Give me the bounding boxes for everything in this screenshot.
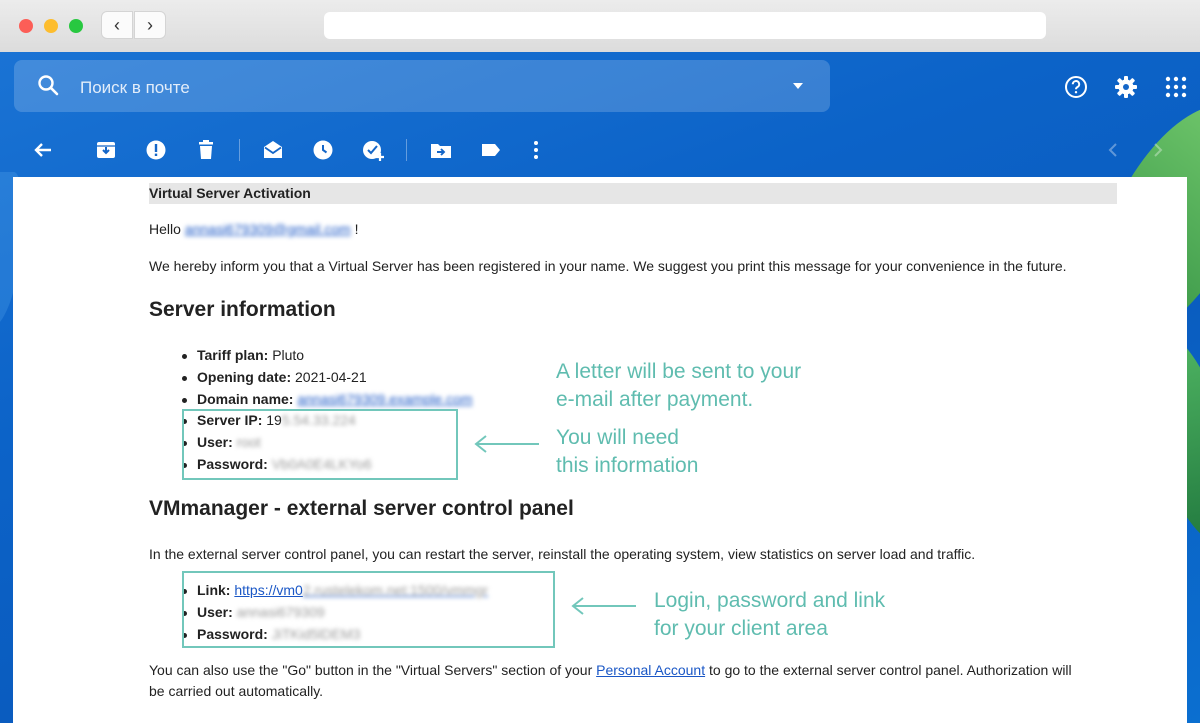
annotation-need-info: You will need this information bbox=[556, 424, 698, 480]
tariff-label: Tariff plan: bbox=[197, 347, 269, 363]
help-icon[interactable] bbox=[1063, 74, 1089, 100]
email-subject: Virtual Server Activation bbox=[149, 183, 1117, 204]
personal-account-link[interactable]: Personal Account bbox=[596, 662, 705, 678]
annotation-text: Login, password and link bbox=[654, 589, 886, 612]
greeting-suffix: ! bbox=[350, 221, 359, 237]
server-credentials-highlight bbox=[182, 409, 458, 480]
add-task-icon[interactable] bbox=[361, 138, 385, 162]
label-icon[interactable] bbox=[479, 138, 503, 162]
footer-line-2: be carried out automatically. bbox=[149, 683, 324, 699]
next-icon[interactable] bbox=[1146, 138, 1170, 162]
footer-paragraph: You can also use the "Go" button in the … bbox=[149, 662, 1072, 678]
annotation-text: A letter will be sent to your bbox=[556, 360, 802, 383]
search-icon[interactable] bbox=[36, 73, 60, 97]
address-bar[interactable] bbox=[324, 12, 1046, 39]
opening-date-label: Opening date: bbox=[197, 368, 292, 385]
domain-link[interactable]: annasi679309.example.com bbox=[297, 391, 472, 407]
list-item: Opening date: 2021-04-21 bbox=[181, 367, 472, 389]
panel-credentials-highlight bbox=[182, 571, 555, 648]
left-arrow-icon bbox=[571, 597, 636, 615]
browser-chrome: ‹ › bbox=[0, 0, 1200, 53]
left-arrow-icon bbox=[474, 435, 539, 453]
annotation-text: e-mail after payment. bbox=[556, 388, 754, 411]
tariff-value: Pluto bbox=[272, 347, 305, 363]
greeting-text: Hello bbox=[149, 221, 185, 237]
greeting: Hello annasi679309@gmail.com ! bbox=[149, 221, 359, 237]
browser-back-button[interactable]: ‹ bbox=[101, 11, 133, 39]
annotation-text: You will need bbox=[556, 426, 679, 449]
browser-forward-button[interactable]: › bbox=[134, 11, 166, 39]
panel-intro: In the external server control panel, yo… bbox=[149, 546, 976, 562]
subject-text: Virtual Server Activation bbox=[149, 185, 311, 201]
toolbar-divider bbox=[239, 139, 240, 161]
settings-icon[interactable] bbox=[1113, 74, 1139, 100]
annotation-login: Login, password and link for your client… bbox=[654, 587, 885, 643]
archive-icon[interactable] bbox=[94, 138, 118, 162]
back-arrow-icon[interactable] bbox=[31, 138, 55, 162]
panel-heading: VMmanager - external server control pane… bbox=[149, 497, 574, 520]
more-icon[interactable] bbox=[524, 138, 548, 162]
footer-text: to go to the external server control pan… bbox=[705, 662, 1072, 678]
mark-unread-icon[interactable] bbox=[261, 138, 285, 162]
recipient-email-link[interactable]: annasi679309@gmail.com bbox=[185, 221, 351, 237]
close-window-button[interactable] bbox=[19, 19, 33, 33]
toolbar-divider bbox=[406, 139, 407, 161]
prev-icon[interactable] bbox=[1101, 138, 1125, 162]
apps-icon[interactable] bbox=[1163, 74, 1189, 100]
delete-icon[interactable] bbox=[194, 138, 218, 162]
footer-text: You can also use the "Go" button in the … bbox=[149, 662, 597, 678]
zoom-window-button[interactable] bbox=[69, 19, 83, 33]
move-to-icon[interactable] bbox=[429, 138, 453, 162]
search-bar[interactable] bbox=[14, 60, 830, 112]
intro-paragraph: We hereby inform you that a Virtual Serv… bbox=[149, 258, 1067, 274]
annotation-text: for your client area bbox=[654, 617, 828, 640]
report-spam-icon[interactable] bbox=[144, 138, 168, 162]
search-options-icon[interactable] bbox=[790, 78, 806, 94]
domain-label: Domain name: bbox=[197, 390, 294, 407]
snooze-icon[interactable] bbox=[311, 138, 335, 162]
annotation-letter: A letter will be sent to your e-mail aft… bbox=[556, 358, 801, 414]
opening-date-value: 2021-04-21 bbox=[295, 368, 367, 385]
annotation-text: this information bbox=[556, 454, 699, 477]
list-item: Tariff plan: Pluto bbox=[181, 345, 472, 367]
minimize-window-button[interactable] bbox=[44, 19, 58, 33]
email-card: Virtual Server Activation Hello annasi67… bbox=[13, 177, 1187, 723]
server-info-heading: Server information bbox=[149, 298, 336, 321]
list-item: Domain name: annasi679309.example.com bbox=[181, 389, 472, 411]
search-input[interactable] bbox=[78, 76, 722, 100]
